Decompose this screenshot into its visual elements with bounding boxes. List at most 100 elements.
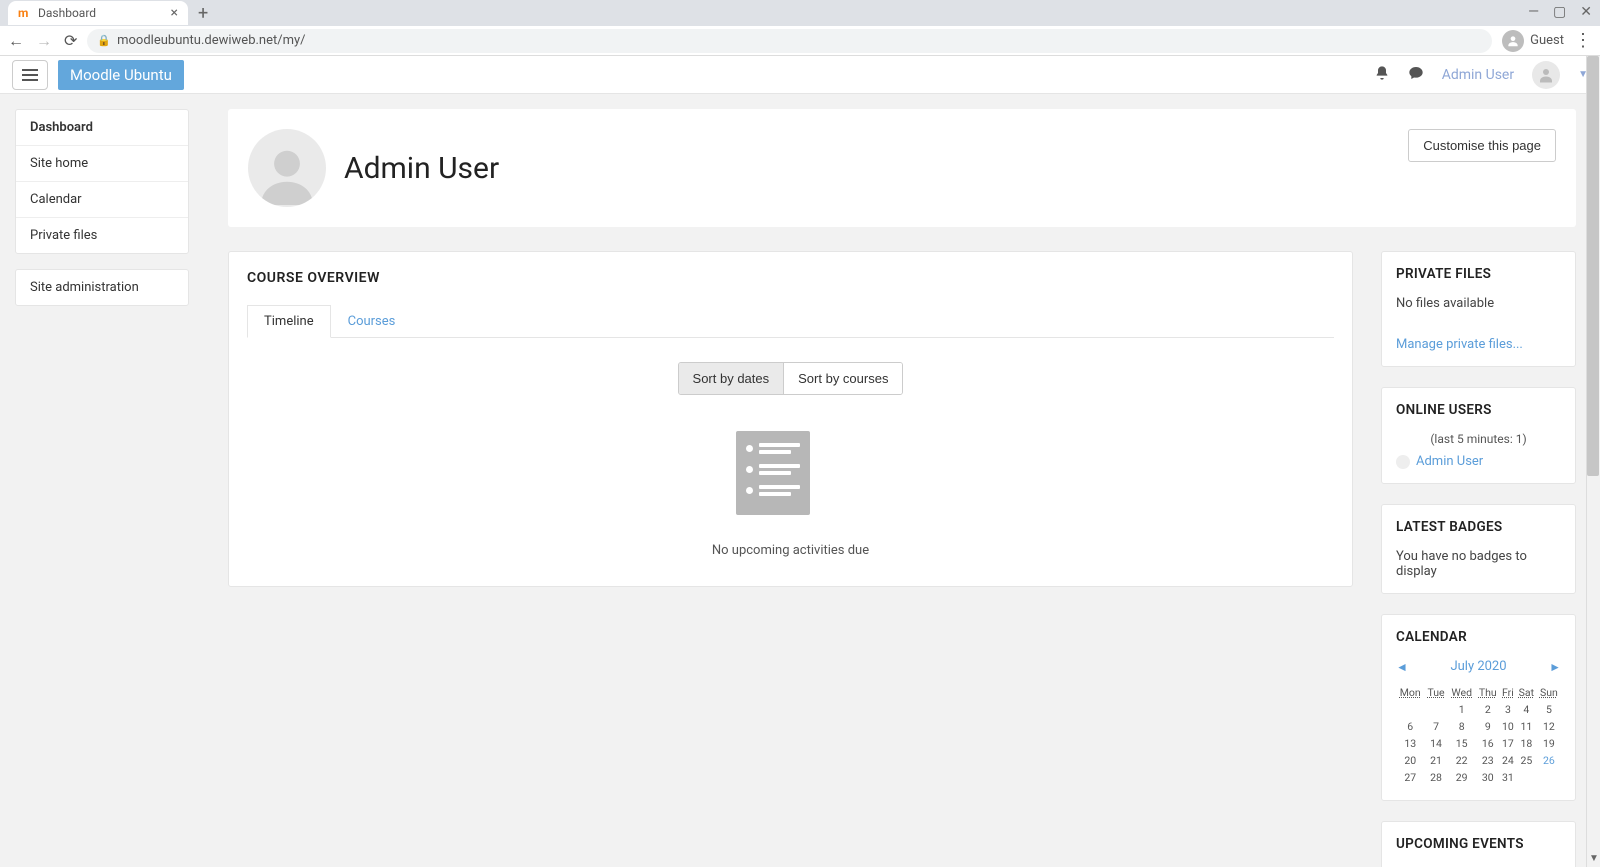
sidebar-toggle-button[interactable] xyxy=(12,60,48,90)
sort-row: Sort by dates Sort by courses xyxy=(247,362,1334,395)
url-text: moodleubuntu.dewiweb.net/my/ xyxy=(117,33,305,48)
scrollbar[interactable]: ▲ ▼ xyxy=(1586,56,1600,867)
latest-badges-title: LATEST BADGES xyxy=(1396,519,1561,535)
calendar-cell[interactable]: 23 xyxy=(1476,752,1500,769)
calendar-day-header: Sun xyxy=(1537,684,1561,701)
calendar-cell[interactable]: 7 xyxy=(1424,718,1447,735)
close-window-icon[interactable]: ✕ xyxy=(1580,4,1592,20)
calendar-cell[interactable]: 18 xyxy=(1516,735,1537,752)
calendar-cell[interactable]: 20 xyxy=(1396,752,1424,769)
calendar-cell[interactable]: 4 xyxy=(1516,701,1537,718)
tab-timeline[interactable]: Timeline xyxy=(247,305,331,338)
url-field[interactable]: 🔒 moodleubuntu.dewiweb.net/my/ xyxy=(87,29,1492,53)
messages-icon[interactable] xyxy=(1408,65,1424,85)
reload-button[interactable]: ⟳ xyxy=(64,31,77,51)
sort-button-group: Sort by dates Sort by courses xyxy=(678,362,904,395)
calendar-cell[interactable]: 13 xyxy=(1396,735,1424,752)
calendar-cell[interactable]: 29 xyxy=(1448,769,1476,786)
calendar-day-header: Tue xyxy=(1424,684,1447,701)
sidebar-item-siteadmin[interactable]: Site administration xyxy=(16,270,188,305)
calendar-cell[interactable]: 17 xyxy=(1500,735,1516,752)
guest-profile[interactable]: Guest xyxy=(1502,30,1564,52)
back-button[interactable]: ← xyxy=(8,31,24,51)
user-mini-icon xyxy=(1396,455,1410,469)
header-username[interactable]: Admin User xyxy=(1442,67,1514,83)
calendar-cell[interactable]: 3 xyxy=(1500,701,1516,718)
sidebar-item-sitehome[interactable]: Site home xyxy=(16,145,188,181)
scroll-thumb[interactable] xyxy=(1587,56,1599,476)
nav-arrows: ← → ⟳ xyxy=(8,31,77,51)
online-users-block: ONLINE USERS (last 5 minutes: 1) Admin U… xyxy=(1381,387,1576,484)
sidebar-nav-admin: Site administration xyxy=(15,269,189,306)
calendar-day-header: Sat xyxy=(1516,684,1537,701)
browser-tab-bar: m Dashboard × + — ▢ ✕ xyxy=(0,0,1600,26)
main-content: Admin User Customise this page COURSE OV… xyxy=(204,94,1600,867)
calendar-cell[interactable]: 26 xyxy=(1537,752,1561,769)
calendar-grid: MonTueWedThuFriSatSun 123456789101112131… xyxy=(1396,684,1561,786)
calendar-cell[interactable]: 5 xyxy=(1537,701,1561,718)
online-users-meta: (last 5 minutes: 1) xyxy=(1396,432,1561,446)
new-tab-button[interactable]: + xyxy=(198,3,208,24)
manage-private-files-link[interactable]: Manage private files... xyxy=(1396,337,1523,352)
close-tab-icon[interactable]: × xyxy=(171,5,178,21)
calendar-cell xyxy=(1537,769,1561,786)
calendar-cell[interactable]: 25 xyxy=(1516,752,1537,769)
minimize-icon[interactable]: — xyxy=(1528,4,1539,20)
calendar-cell[interactable]: 21 xyxy=(1424,752,1447,769)
scroll-down-icon[interactable]: ▼ xyxy=(1587,853,1600,867)
upcoming-events-block: UPCOMING EVENTS There are no upcoming ev… xyxy=(1381,821,1576,867)
calendar-cell[interactable]: 22 xyxy=(1448,752,1476,769)
calendar-cell[interactable]: 27 xyxy=(1396,769,1424,786)
calendar-cell[interactable]: 9 xyxy=(1476,718,1500,735)
chrome-menu-icon[interactable]: ⋮ xyxy=(1574,30,1592,51)
sort-by-courses-button[interactable]: Sort by courses xyxy=(784,363,902,394)
calendar-cell[interactable]: 1 xyxy=(1448,701,1476,718)
calendar-cell[interactable]: 31 xyxy=(1500,769,1516,786)
forward-button[interactable]: → xyxy=(36,31,52,51)
calendar-cell[interactable]: 2 xyxy=(1476,701,1500,718)
sidebar-item-privatefiles[interactable]: Private files xyxy=(16,217,188,253)
calendar-cell[interactable]: 12 xyxy=(1537,718,1561,735)
sidebar-item-calendar[interactable]: Calendar xyxy=(16,181,188,217)
calendar-cell[interactable]: 6 xyxy=(1396,718,1424,735)
page-title: Admin User xyxy=(344,151,499,186)
online-users-title: ONLINE USERS xyxy=(1396,402,1561,418)
private-files-title: PRIVATE FILES xyxy=(1396,266,1561,282)
calendar-cell[interactable]: 19 xyxy=(1537,735,1561,752)
calendar-header: ◄ July 2020 ► xyxy=(1396,659,1561,674)
calendar-cell[interactable]: 10 xyxy=(1500,718,1516,735)
calendar-cell[interactable]: 15 xyxy=(1448,735,1476,752)
private-files-block: PRIVATE FILES No files available Manage … xyxy=(1381,251,1576,367)
favicon-icon: m xyxy=(18,6,32,20)
avatar-icon[interactable] xyxy=(1532,61,1560,89)
maximize-icon[interactable]: ▢ xyxy=(1553,4,1566,20)
right-column: PRIVATE FILES No files available Manage … xyxy=(1381,251,1576,867)
calendar-month[interactable]: July 2020 xyxy=(1450,659,1506,674)
calendar-cell[interactable]: 24 xyxy=(1500,752,1516,769)
calendar-cell xyxy=(1424,701,1447,718)
customise-page-button[interactable]: Customise this page xyxy=(1408,129,1556,162)
app-body: Dashboard Site home Calendar Private fil… xyxy=(0,94,1600,867)
calendar-next-icon[interactable]: ► xyxy=(1549,660,1561,674)
calendar-cell xyxy=(1516,769,1537,786)
course-overview-block: COURSE OVERVIEW Timeline Courses Sort by… xyxy=(228,251,1353,587)
brand-logo[interactable]: Moodle Ubuntu xyxy=(58,60,184,90)
calendar-cell[interactable]: 8 xyxy=(1448,718,1476,735)
sort-by-dates-button[interactable]: Sort by dates xyxy=(679,363,785,394)
calendar-cell[interactable]: 16 xyxy=(1476,735,1500,752)
calendar-cell[interactable]: 11 xyxy=(1516,718,1537,735)
tab-courses[interactable]: Courses xyxy=(331,305,413,338)
calendar-cell[interactable]: 30 xyxy=(1476,769,1500,786)
sidebar-item-dashboard[interactable]: Dashboard xyxy=(16,110,188,145)
browser-tab[interactable]: m Dashboard × xyxy=(8,1,188,25)
lock-icon: 🔒 xyxy=(97,34,111,47)
calendar-cell[interactable]: 14 xyxy=(1424,735,1447,752)
online-user-item[interactable]: Admin User xyxy=(1396,454,1561,469)
course-tabs: Timeline Courses xyxy=(247,304,1334,338)
notifications-icon[interactable] xyxy=(1374,65,1390,85)
calendar-prev-icon[interactable]: ◄ xyxy=(1396,660,1408,674)
latest-badges-block: LATEST BADGES You have no badges to disp… xyxy=(1381,504,1576,594)
browser-chrome: m Dashboard × + — ▢ ✕ ← → ⟳ 🔒 moodleubun… xyxy=(0,0,1600,56)
course-overview-title: COURSE OVERVIEW xyxy=(247,270,1334,286)
calendar-cell[interactable]: 28 xyxy=(1424,769,1447,786)
